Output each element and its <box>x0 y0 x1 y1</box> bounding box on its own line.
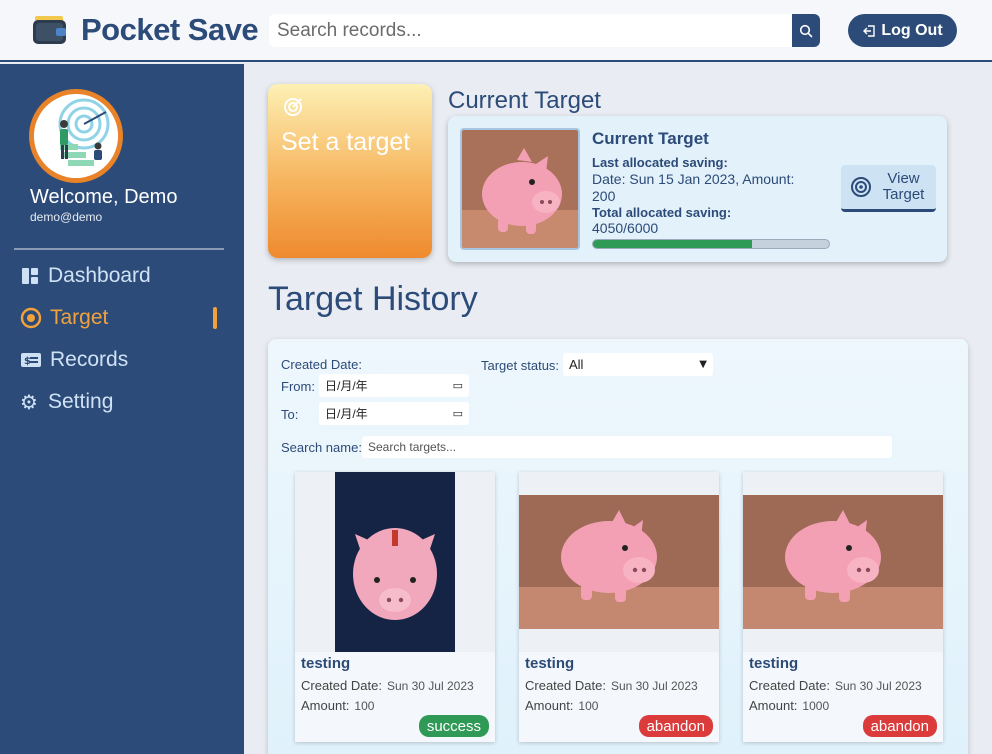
sidebar-item-label: Setting <box>48 390 114 413</box>
created-date-value: Sun 30 Jul 2023 <box>610 679 698 693</box>
created-date-row-label: Created Date: <box>525 678 606 693</box>
top-header: Pocket Save Log Out <box>0 0 992 62</box>
current-target-card: Current Target Last allocated saving: Da… <box>448 116 947 262</box>
dashboard-icon <box>22 268 38 284</box>
target-icon <box>850 177 871 197</box>
created-date-value: Sun 30 Jul 2023 <box>386 679 474 693</box>
target-card[interactable]: testing Created Date: Sun 30 Jul 2023 Amo… <box>295 472 495 742</box>
amount-row: Amount: 100 <box>525 698 598 713</box>
calendar-icon: ▭ <box>452 407 463 420</box>
created-date-row-label: Created Date: <box>749 678 830 693</box>
piggy-bank-image <box>460 128 580 250</box>
target-icon <box>20 307 42 329</box>
current-target-heading: Current Target <box>448 87 601 114</box>
sidebar-item-label: Records <box>50 348 129 371</box>
created-date-row: Created Date: Sun 30 Jul 2023 <box>749 678 922 693</box>
target-history-panel: Created Date: From: 日/月/年 ▭ To: 日/月/年 ▭ … <box>268 339 968 754</box>
sidebar-item-label: Target <box>50 306 109 329</box>
amount-row-label: Amount: <box>749 698 798 713</box>
total-allocated-value: 4050/6000 <box>592 220 659 236</box>
app-name[interactable]: Pocket Save <box>81 12 259 48</box>
created-date-row-label: Created Date: <box>301 678 382 693</box>
target-name: testing <box>525 655 575 672</box>
amount-row: Amount: 1000 <box>749 698 829 713</box>
progress-fill <box>593 240 753 248</box>
last-allocated-value: Date: Sun 15 Jan 2023, Amount: 200 <box>592 171 795 204</box>
sidebar-item-setting[interactable]: ⚙ Setting <box>20 387 113 417</box>
sidebar-item-label: Dashboard <box>48 264 151 287</box>
target-name: testing <box>749 655 799 672</box>
amount-value: 100 <box>578 699 599 713</box>
logout-icon <box>863 24 876 37</box>
status-select-value: All <box>569 357 584 372</box>
search-input[interactable] <box>277 14 787 47</box>
records-icon: $ <box>21 353 41 367</box>
avatar-illustration <box>34 94 118 178</box>
created-date-row: Created Date: Sun 30 Jul 2023 <box>525 678 698 693</box>
piggy-bank-image <box>743 472 943 652</box>
sidebar-item-dashboard[interactable]: Dashboard <box>20 261 151 291</box>
created-date-value: Sun 30 Jul 2023 <box>834 679 922 693</box>
created-date-row: Created Date: Sun 30 Jul 2023 <box>301 678 474 693</box>
calendar-icon: ▭ <box>452 379 463 392</box>
status-select[interactable]: All ▼ <box>563 353 713 376</box>
search-bar <box>269 14 793 47</box>
amount-row: Amount: 100 <box>301 698 374 713</box>
status-badge: abandon <box>862 715 937 737</box>
view-target-label: View Target <box>882 170 925 203</box>
target-card[interactable]: testing Created Date: Sun 30 Jul 2023 Amo… <box>519 472 719 742</box>
saving-progress-bar <box>592 239 830 249</box>
gear-icon: ⚙ <box>20 390 38 414</box>
target-history-heading: Target History <box>268 280 478 318</box>
to-label: To: <box>281 407 299 422</box>
chevron-down-icon: ▼ <box>699 359 707 370</box>
welcome-text: Welcome, Demo <box>30 186 178 208</box>
search-targets-input[interactable] <box>362 436 892 458</box>
view-target-button[interactable]: View Target <box>841 165 936 212</box>
created-date-label: Created Date: <box>281 357 362 372</box>
status-badge: abandon <box>638 715 713 737</box>
from-date-input[interactable]: 日/月/年 ▭ <box>319 374 469 397</box>
sidebar-item-records[interactable]: $ Records <box>20 345 128 375</box>
amount-row-label: Amount: <box>525 698 574 713</box>
piggy-bank-image <box>295 472 495 652</box>
piggy-bank-image <box>519 472 719 652</box>
set-target-card[interactable]: Set a target <box>268 84 432 258</box>
date-placeholder: 日/月/年 <box>325 379 368 393</box>
date-placeholder: 日/月/年 <box>325 407 368 421</box>
to-date-input[interactable]: 日/月/年 ▭ <box>319 402 469 425</box>
total-allocated-label: Total allocated saving: <box>592 205 732 220</box>
logout-label: Log Out <box>881 21 943 39</box>
logout-button[interactable]: Log Out <box>848 14 957 47</box>
active-indicator <box>213 307 217 329</box>
svg-text:$: $ <box>24 356 31 367</box>
target-card[interactable]: testing Created Date: Sun 30 Jul 2023 Amo… <box>743 472 943 742</box>
set-target-label: Set a target <box>281 128 411 156</box>
sidebar: Welcome, Demo demo@demo Dashboard Target… <box>0 64 244 754</box>
amount-value: 100 <box>354 699 375 713</box>
sidebar-item-target[interactable]: Target <box>20 303 108 333</box>
search-name-label: Search name: <box>281 440 362 455</box>
wallet-logo-icon <box>32 12 68 46</box>
target-add-icon <box>284 98 302 116</box>
search-button[interactable] <box>792 14 820 47</box>
status-label: Target status: <box>481 358 560 373</box>
user-email: demo@demo <box>30 210 103 224</box>
last-allocated-label: Last allocated saving: <box>592 155 728 170</box>
amount-value: 1000 <box>802 699 830 713</box>
sidebar-divider <box>14 248 224 250</box>
search-icon <box>799 24 813 37</box>
amount-row-label: Amount: <box>301 698 350 713</box>
from-label: From: <box>281 379 315 394</box>
avatar[interactable] <box>29 89 123 183</box>
target-name: testing <box>301 655 351 672</box>
status-badge: success <box>418 715 489 737</box>
current-target-title: Current Target <box>592 129 709 148</box>
